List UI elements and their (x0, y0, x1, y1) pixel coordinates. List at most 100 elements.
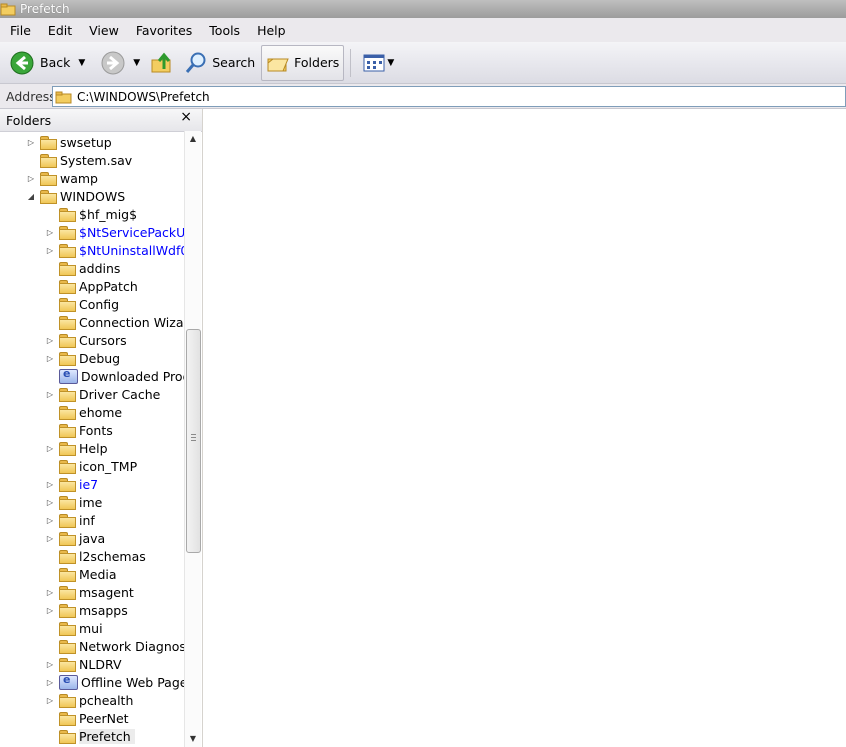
title-bar: Prefetch (0, 0, 846, 18)
expand-arrow-icon[interactable]: ▷ (45, 660, 55, 669)
menu-view[interactable]: View (79, 23, 126, 38)
scroll-thumb[interactable] (186, 329, 201, 553)
tree-item-label: AppPatch (79, 278, 138, 294)
expand-arrow-icon[interactable]: ▷ (45, 444, 55, 453)
tree-item[interactable]: ▷ msagent (45, 583, 134, 601)
special-folder-icon (59, 367, 78, 384)
tree-item[interactable]: Media (45, 565, 117, 583)
folders-button[interactable]: Folders (261, 44, 345, 81)
expand-arrow-icon[interactable]: ▷ (45, 354, 55, 363)
expand-arrow-icon[interactable]: ▷ (26, 174, 36, 183)
expand-arrow-icon[interactable]: ▷ (45, 588, 55, 597)
tree-item[interactable]: System.sav (26, 151, 132, 169)
views-dropdown-icon[interactable]: ▼ (387, 58, 394, 68)
folder-icon (59, 693, 76, 708)
folder-icon (59, 513, 76, 528)
tree-item-label: System.sav (60, 152, 133, 168)
tree-item[interactable]: ▷ $NtUninstallWdf01005 (45, 241, 184, 259)
expand-arrow-icon[interactable]: ▷ (45, 516, 55, 525)
search-button[interactable]: Search (180, 46, 259, 80)
expand-arrow-icon[interactable]: ▷ (26, 138, 36, 147)
tree-item[interactable]: mui (45, 619, 103, 637)
folder-icon (40, 189, 57, 204)
tree-item[interactable]: Config (45, 295, 119, 313)
forward-dropdown-icon[interactable]: ▼ (133, 58, 140, 68)
tree-item[interactable]: ▷ java (45, 529, 105, 547)
tree-item[interactable]: ▷ $NtServicePackUnin (45, 223, 184, 241)
tree-item[interactable]: Network Diagnostic (45, 637, 184, 655)
tree-item-label: Cursors (79, 332, 127, 348)
folder-icon (59, 261, 76, 276)
expand-arrow-icon[interactable]: ▷ (45, 336, 55, 345)
scroll-down-arrow-icon[interactable]: ▼ (185, 731, 201, 747)
menu-tools[interactable]: Tools (199, 23, 247, 38)
tree-item[interactable]: ▷ Help (45, 439, 108, 457)
back-dropdown-icon[interactable]: ▼ (78, 58, 85, 68)
views-button[interactable]: ▼ (359, 46, 398, 80)
tree-item-label: msagent (79, 584, 134, 600)
tree-item[interactable]: ehome (45, 403, 122, 421)
tree-item[interactable]: ▷ Offline Web Pages (45, 673, 184, 691)
tree-item[interactable]: ▷ msapps (45, 601, 128, 619)
tree-item-label: msapps (79, 602, 128, 618)
expand-arrow-icon[interactable]: ▷ (45, 696, 55, 705)
views-icon (363, 54, 385, 71)
tree-item[interactable]: ▷ NLDRV (45, 655, 122, 673)
menu-file[interactable]: File (0, 23, 38, 38)
expand-arrow-icon[interactable]: ▷ (45, 498, 55, 507)
close-icon[interactable]: × (180, 109, 192, 125)
folder-icon (59, 495, 76, 510)
tree-item[interactable]: ▷ Debug (45, 349, 120, 367)
tree-item[interactable]: Prefetch (45, 727, 135, 745)
tree-item[interactable]: ▷ pchealth (45, 691, 133, 709)
tree-item[interactable]: AppPatch (45, 277, 138, 295)
folder-icon (40, 171, 57, 186)
folder-icon (59, 387, 76, 402)
tree-item[interactable]: ◢ WINDOWS (26, 187, 125, 205)
menu-favorites[interactable]: Favorites (126, 23, 199, 38)
expand-arrow-icon[interactable]: ▷ (45, 390, 55, 399)
tree-item[interactable]: PeerNet (45, 709, 129, 727)
tree-item[interactable]: l2schemas (45, 547, 146, 565)
vertical-scrollbar[interactable]: ▲ ▼ (184, 131, 201, 747)
tree-item[interactable]: $hf_mig$ (45, 205, 137, 223)
tree-item[interactable]: icon_TMP (45, 457, 137, 475)
search-label: Search (212, 55, 256, 70)
tree-item[interactable]: ▷ ie7 (45, 475, 98, 493)
tree-item[interactable]: ▷ inf (45, 511, 95, 529)
file-list-area[interactable] (203, 109, 846, 747)
tree-item[interactable]: Downloaded Program Files (45, 367, 184, 385)
tree-item[interactable]: Connection Wizard (45, 313, 184, 331)
menu-help[interactable]: Help (247, 23, 293, 38)
folder-icon (59, 585, 76, 600)
tree-item-label: $hf_mig$ (79, 206, 138, 222)
folder-icon (59, 531, 76, 546)
tree-item[interactable]: ▷ Driver Cache (45, 385, 160, 403)
tree-item[interactable]: ▷ Cursors (45, 331, 127, 349)
expand-arrow-icon[interactable]: ▷ (45, 246, 55, 255)
expand-arrow-icon[interactable]: ▷ (45, 228, 55, 237)
tree-item[interactable]: ▷ ime (45, 493, 102, 511)
menu-edit[interactable]: Edit (38, 23, 79, 38)
forward-button[interactable]: ▼ (97, 46, 144, 80)
back-arrow-icon (10, 51, 34, 74)
expand-arrow-icon[interactable]: ▷ (45, 678, 55, 687)
tree-item-label: java (79, 530, 106, 546)
address-input[interactable]: C:\WINDOWS\Prefetch (52, 86, 846, 107)
tree-item-label: wamp (60, 170, 98, 186)
toolbar: Back ▼ ▼ Search Folders ▼ (0, 42, 846, 84)
collapse-arrow-icon[interactable]: ◢ (26, 192, 36, 201)
tree-item[interactable]: ▷ wamp (26, 169, 98, 187)
expand-arrow-icon[interactable]: ▷ (45, 480, 55, 489)
tree-item[interactable]: ▷ swsetup (26, 133, 112, 151)
expand-arrow-icon[interactable]: ▷ (45, 534, 55, 543)
scroll-up-arrow-icon[interactable]: ▲ (185, 131, 201, 147)
back-button[interactable]: Back ▼ (6, 46, 89, 80)
tree-item-label: ie7 (79, 476, 99, 492)
tree-item[interactable]: Fonts (45, 421, 113, 439)
expand-arrow-icon[interactable]: ▷ (45, 606, 55, 615)
tree-item[interactable]: addins (45, 259, 120, 277)
folder-icon (59, 207, 76, 222)
up-folder-button[interactable] (146, 46, 178, 80)
window-title: Prefetch (20, 2, 70, 16)
